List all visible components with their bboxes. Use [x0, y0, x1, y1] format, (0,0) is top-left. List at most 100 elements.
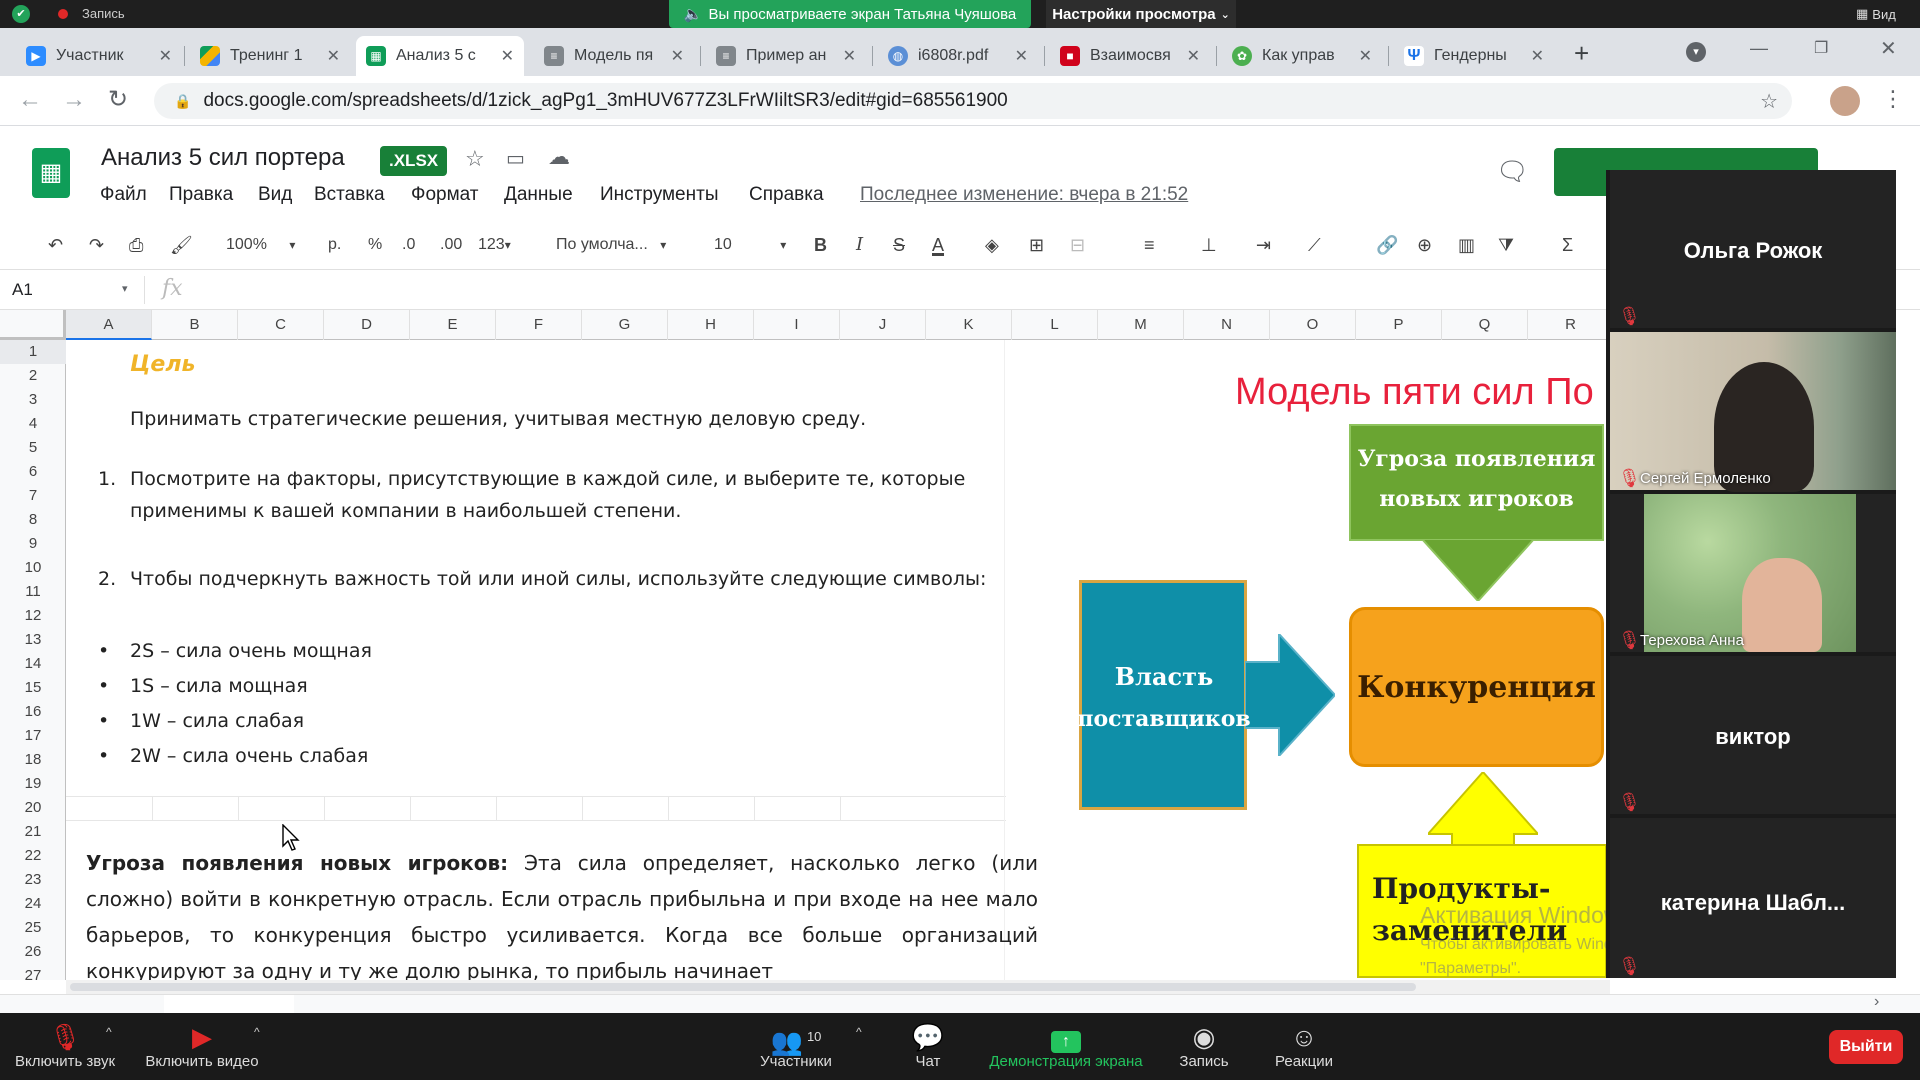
italic-icon[interactable]: I — [856, 232, 863, 258]
record-button[interactable]: ◉ Запись — [1166, 1021, 1242, 1070]
menu-file[interactable]: Файл — [100, 184, 147, 206]
browser-tab[interactable]: ▶ Участник ✕ — [16, 36, 182, 76]
row-header[interactable]: 20 — [0, 796, 66, 820]
align-left-icon[interactable]: ≡ — [1144, 232, 1155, 258]
row-header[interactable]: 26 — [0, 940, 66, 964]
tab-search-icon[interactable]: ▾ — [1686, 42, 1706, 62]
new-tab-icon[interactable]: + — [1574, 38, 1589, 69]
row-header[interactable]: 24 — [0, 892, 66, 916]
fill-color-icon[interactable]: ◈ — [985, 232, 999, 258]
column-header[interactable]: B — [152, 310, 238, 340]
cloud-status-icon[interactable]: ☁ — [548, 144, 570, 170]
paint-format-icon[interactable]: 🖌 — [170, 232, 193, 258]
close-icon[interactable]: ✕ — [671, 46, 684, 66]
comment-icon[interactable]: ⊕ — [1417, 232, 1432, 258]
zoom-select[interactable]: 100% ▾ — [226, 232, 295, 258]
browser-tab[interactable]: ◍ i6808r.pdf ✕ — [878, 36, 1038, 76]
reactions-button[interactable]: ☺ Реакции — [1264, 1021, 1344, 1070]
browser-tab[interactable]: ≡ Пример ан ✕ — [706, 36, 866, 76]
participant-video-tile[interactable]: 🎙 Терехова Анна — [1610, 494, 1896, 652]
row-header[interactable]: 21 — [0, 820, 66, 844]
redo-icon[interactable]: ↷ — [89, 232, 104, 258]
close-icon[interactable]: ✕ — [1359, 46, 1372, 66]
leave-button[interactable]: Выйти — [1829, 1030, 1903, 1064]
row-header[interactable]: 16 — [0, 700, 66, 724]
functions-icon[interactable]: Σ — [1562, 232, 1573, 258]
chart-icon[interactable]: ▥ — [1458, 232, 1475, 258]
column-header[interactable]: O — [1270, 310, 1356, 340]
active-sheet-tab[interactable] — [164, 995, 294, 1014]
chevron-up-icon[interactable]: ^ — [106, 1025, 112, 1039]
close-window-icon[interactable]: ✕ — [1880, 36, 1897, 61]
more-icon[interactable]: ⋮ — [1882, 86, 1904, 112]
decrease-decimal-button[interactable]: .0 — [402, 232, 415, 258]
restore-icon[interactable]: ❐ — [1814, 38, 1828, 58]
row-header[interactable]: 8 — [0, 508, 66, 532]
share-screen-button[interactable]: ↑ Демонстрация экрана — [980, 1021, 1152, 1070]
menu-format[interactable]: Формат — [411, 184, 479, 206]
horizontal-scrollbar[interactable] — [66, 980, 1610, 994]
text-wrap-icon[interactable]: ⇥ — [1256, 232, 1271, 258]
row-header[interactable]: 2 — [0, 364, 66, 388]
reload-icon[interactable]: ↻ — [108, 85, 128, 114]
print-icon[interactable]: ⎙ — [129, 232, 143, 258]
last-edit-link[interactable]: Последнее изменение: вчера в 21:52 — [860, 184, 1188, 206]
row-header[interactable]: 6 — [0, 460, 66, 484]
back-icon[interactable]: ← — [18, 86, 42, 114]
start-video-button[interactable]: ▶ Включить видео — [140, 1021, 264, 1070]
font-size-select[interactable]: 10 ▾ — [714, 232, 786, 258]
close-icon[interactable]: ✕ — [1015, 46, 1028, 66]
scrollbar-thumb[interactable] — [70, 983, 1416, 991]
row-header[interactable]: 15 — [0, 676, 66, 700]
menu-tools[interactable]: Инструменты — [600, 184, 718, 206]
row-header[interactable]: 18 — [0, 748, 66, 772]
row-header[interactable]: 17 — [0, 724, 66, 748]
chevron-down-icon[interactable]: ▾ — [122, 282, 128, 295]
close-icon[interactable]: ✕ — [1531, 46, 1544, 66]
participant-tile[interactable]: катерина Шабл... 🎙 — [1610, 818, 1896, 978]
chevron-up-icon[interactable]: ^ — [856, 1025, 862, 1039]
borders-icon[interactable]: ⊞ — [1029, 232, 1044, 258]
close-icon[interactable]: ✕ — [1187, 46, 1200, 66]
bold-icon[interactable]: B — [814, 232, 827, 258]
avatar[interactable] — [1830, 86, 1860, 116]
column-header[interactable]: M — [1098, 310, 1184, 340]
text-color-icon[interactable]: A — [932, 232, 944, 258]
column-header[interactable]: R — [1528, 310, 1614, 340]
chevron-up-icon[interactable]: ^ — [254, 1025, 260, 1039]
star-icon[interactable]: ☆ — [1760, 89, 1778, 114]
text-rotate-icon[interactable]: ⟋ — [1308, 232, 1321, 258]
row-header[interactable]: 25 — [0, 916, 66, 940]
increase-decimal-button[interactable]: .00 — [440, 232, 462, 258]
browser-tab-active[interactable]: ▦ Анализ 5 с ✕ — [356, 36, 524, 76]
column-header[interactable]: F — [496, 310, 582, 340]
row-header[interactable]: 27 — [0, 964, 66, 980]
close-icon[interactable]: ✕ — [843, 46, 856, 66]
close-icon[interactable]: ✕ — [501, 46, 514, 66]
url-field[interactable]: 🔒 docs.google.com/spreadsheets/d/1zick_a… — [154, 83, 1792, 119]
close-icon[interactable]: ✕ — [327, 46, 340, 66]
column-header[interactable]: D — [324, 310, 410, 340]
row-header[interactable]: 19 — [0, 772, 66, 796]
participants-button[interactable]: 👥 10 Участники — [748, 1021, 844, 1070]
row-header[interactable]: 12 — [0, 604, 66, 628]
browser-tab[interactable]: ■ Взаимосвя ✕ — [1050, 36, 1210, 76]
menu-data[interactable]: Данные — [504, 184, 573, 206]
strikethrough-icon[interactable]: S — [893, 232, 905, 258]
star-icon[interactable]: ☆ — [465, 146, 485, 172]
chevron-right-icon[interactable]: › — [1874, 993, 1879, 1011]
row-header[interactable]: 23 — [0, 868, 66, 892]
move-folder-icon[interactable]: ▭ — [506, 146, 525, 171]
view-settings-button[interactable]: Настройки просмотра ⌄ — [1046, 0, 1236, 28]
row-header[interactable]: 1 — [0, 340, 66, 364]
column-header[interactable]: P — [1356, 310, 1442, 340]
participant-video-tile[interactable]: 🎙 Сергей Ермоленко — [1610, 332, 1896, 492]
forward-icon[interactable]: → — [62, 86, 86, 114]
row-header[interactable]: 3 — [0, 388, 66, 412]
link-icon[interactable]: 🔗 — [1376, 232, 1398, 258]
sheets-logo-icon[interactable]: ▦ — [32, 148, 70, 198]
column-header[interactable]: I — [754, 310, 840, 340]
participant-tile[interactable]: Ольга Рожок 🎙 — [1610, 170, 1896, 328]
document-title[interactable]: Анализ 5 сил портера — [101, 144, 345, 172]
row-header[interactable]: 10 — [0, 556, 66, 580]
